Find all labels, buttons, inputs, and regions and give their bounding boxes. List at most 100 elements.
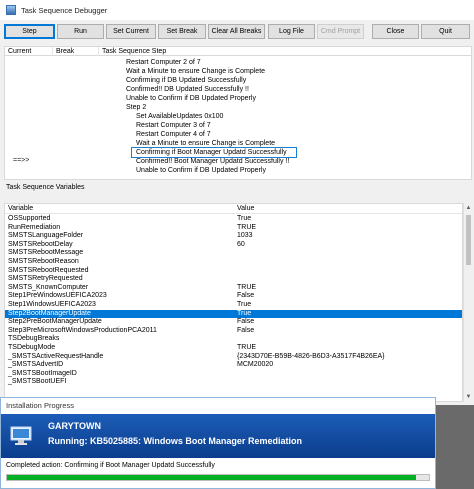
variable-value: TRUE — [237, 223, 257, 231]
running-task: Running: KB5025885: Windows Boot Manager… — [48, 436, 302, 446]
variable-value: TRUE — [237, 344, 257, 351]
variable-name: TSDebugBreaks — [8, 335, 60, 343]
variable-name: OSSupported — [8, 215, 51, 222]
progress-banner: GARYTOWN Running: KB5025885: Windows Boo… — [1, 414, 435, 458]
variable-row[interactable]: SMSTSRebootDelay 60 — [5, 240, 462, 250]
variable-value: True — [237, 301, 252, 308]
variable-row[interactable]: _SMSTSBootImageID — [5, 369, 462, 379]
variable-row[interactable]: _SMSTSAdvertID MCM20020 — [5, 361, 462, 370]
variable-value: 1033 — [237, 232, 253, 240]
variable-name: SMSTSRetryRequested — [8, 275, 83, 283]
step-item[interactable]: Unable to Confirm if DB Updated Properly — [126, 94, 256, 103]
close-button[interactable]: Close — [372, 24, 419, 39]
variable-name: SMSTSRebootDelay — [8, 240, 73, 248]
variable-row[interactable]: _SMSTSBootUEFI — [5, 378, 462, 387]
variable-value: False — [237, 292, 255, 300]
variable-row[interactable]: SMSTSLanguageFolder 1033 — [5, 232, 462, 241]
variable-row[interactable]: _SMSTSActiveRequestHandle {2343D70E-B59B-… — [5, 352, 462, 362]
variable-name: _SMSTSBootImageID — [8, 369, 77, 377]
title-bar[interactable]: Task Sequence Debugger — [0, 0, 474, 20]
variable-value: False — [237, 326, 255, 334]
variable-name: Step1WindowsUEFICA2023 — [8, 301, 96, 308]
variable-name: _SMSTSAdvertID — [8, 361, 64, 369]
quit-button[interactable]: Quit — [421, 24, 470, 39]
variable-name: SMSTSRebootMessage — [8, 249, 84, 257]
run-button[interactable]: Run — [57, 24, 104, 39]
app-icon — [6, 5, 16, 15]
step-item[interactable]: Confirmed!! Boot Manager Updatd Successf… — [136, 157, 289, 166]
variable-value: True — [237, 215, 252, 222]
current-step-marker: ==>> — [13, 157, 30, 164]
variable-row[interactable]: Step1PreWindowsUEFICA2023 False — [5, 292, 462, 301]
variable-row[interactable]: Step1WindowsUEFICA2023 True — [5, 301, 462, 310]
variable-name: Step1PreWindowsUEFICA2023 — [8, 292, 107, 300]
variable-row[interactable]: OSSupported True — [5, 215, 462, 224]
variable-value: {2343D70E-B59B-4826-B6D3-A3517F4B26EA} — [237, 352, 385, 360]
variable-name: RunRemediation — [8, 223, 61, 231]
step-item[interactable]: Confirmed!! DB Updated Successfully !! — [126, 85, 249, 94]
step-item[interactable]: Unable to Confirm if DB Updated Properly — [136, 166, 266, 175]
steps-list[interactable]: Restart Computer 2 of 7 Wait a Minute to… — [4, 56, 472, 180]
scroll-up-icon[interactable]: ▲ — [465, 204, 472, 212]
installation-progress-window: Installation Progress GARYTOWN Running: … — [0, 397, 436, 489]
step-item[interactable]: Confirming if DB Updated Successfully — [126, 76, 246, 85]
step-item[interactable]: Wait a Minute to ensure Change is Comple… — [126, 67, 265, 76]
variable-row[interactable]: SMSTSRebootReason — [5, 258, 462, 267]
variables-label: Task Sequence Variables — [6, 184, 85, 191]
variables-header: Variable Value — [5, 204, 462, 214]
variable-name: Step3PreMicrosoftWindowsProductionPCA201… — [8, 326, 157, 334]
debugger-window: Task Sequence Debugger Step Run Set Curr… — [0, 0, 474, 405]
column-variable[interactable]: Variable — [5, 204, 33, 214]
variables-list[interactable]: Variable Value OSSupported True RunRemedia… — [4, 203, 463, 402]
variable-row[interactable]: SMSTS_KnownComputer TRUE — [5, 283, 462, 293]
variable-name: Step2BootManagerUpdate — [8, 309, 91, 317]
variable-row[interactable]: TSDebugBreaks — [5, 335, 462, 344]
variable-value: 60 — [237, 240, 245, 248]
variable-name: Step2PreBootManagerUpdate — [8, 318, 102, 326]
variable-row[interactable]: SMSTSRetryRequested — [5, 275, 462, 284]
variable-value: MCM20020 — [237, 361, 274, 369]
step-item[interactable]: Restart Computer 4 of 7 — [136, 130, 211, 139]
progress-bar — [6, 474, 430, 481]
window-title: Task Sequence Debugger — [21, 5, 108, 15]
variables-scrollbar[interactable]: ▲ ▼ — [463, 203, 472, 402]
steps-header: Current Break Task Sequence Step — [4, 46, 472, 57]
log-file-button[interactable]: Log File — [268, 24, 315, 39]
completed-action-status: Completed action: Confirming if Boot Man… — [6, 462, 215, 469]
selected-step-outline — [131, 147, 297, 158]
variable-name: _SMSTSActiveRequestHandle — [8, 352, 104, 360]
organization-name: GARYTOWN — [48, 421, 101, 431]
variable-name: _SMSTSBootUEFI — [8, 378, 67, 386]
variable-value: TRUE — [237, 283, 257, 291]
cmd-prompt-button[interactable]: Cmd Prompt — [317, 24, 364, 39]
variable-name: SMSTSRebootReason — [8, 258, 79, 265]
progress-title: Installation Progress — [1, 398, 435, 414]
scroll-thumb[interactable] — [466, 215, 471, 265]
set-current-button[interactable]: Set Current — [106, 24, 156, 39]
step-item[interactable]: Step 2 — [126, 103, 146, 112]
variable-value: True — [237, 309, 252, 317]
variable-row[interactable]: TSDebugMode TRUE — [5, 344, 462, 353]
column-value[interactable]: Value — [234, 204, 254, 214]
clear-all-breaks-button[interactable]: Clear All Breaks — [208, 24, 265, 39]
variable-name: SMSTS_KnownComputer — [8, 283, 89, 291]
variable-row[interactable]: Step3PreMicrosoftWindowsProductionPCA201… — [5, 326, 462, 336]
step-item[interactable]: Restart Computer 2 of 7 — [126, 58, 201, 67]
variable-name: TSDebugMode — [8, 344, 56, 351]
step-item[interactable]: Restart Computer 3 of 7 — [136, 121, 211, 130]
toolbar: Step Run Set Current Set Break Clear All… — [0, 24, 474, 40]
computer-icon — [10, 426, 32, 445]
variable-row[interactable]: SMSTSRebootRequested — [5, 266, 462, 276]
variable-row[interactable]: Step2BootManagerUpdate True — [5, 309, 462, 319]
progress-bar-fill — [7, 475, 417, 480]
step-button[interactable]: Step — [4, 24, 55, 39]
variable-row[interactable]: RunRemediation TRUE — [5, 223, 462, 233]
variable-row[interactable]: Step2PreBootManagerUpdate False — [5, 318, 462, 327]
variable-row[interactable]: SMSTSRebootMessage — [5, 249, 462, 258]
variable-name: SMSTSLanguageFolder — [8, 232, 84, 240]
variable-name: SMSTSRebootRequested — [8, 266, 89, 274]
set-break-button[interactable]: Set Break — [158, 24, 206, 39]
step-item[interactable]: Set AvailableUpdates 0x100 — [136, 112, 223, 121]
scroll-down-icon[interactable]: ▼ — [465, 393, 472, 401]
variable-value: False — [237, 318, 255, 326]
